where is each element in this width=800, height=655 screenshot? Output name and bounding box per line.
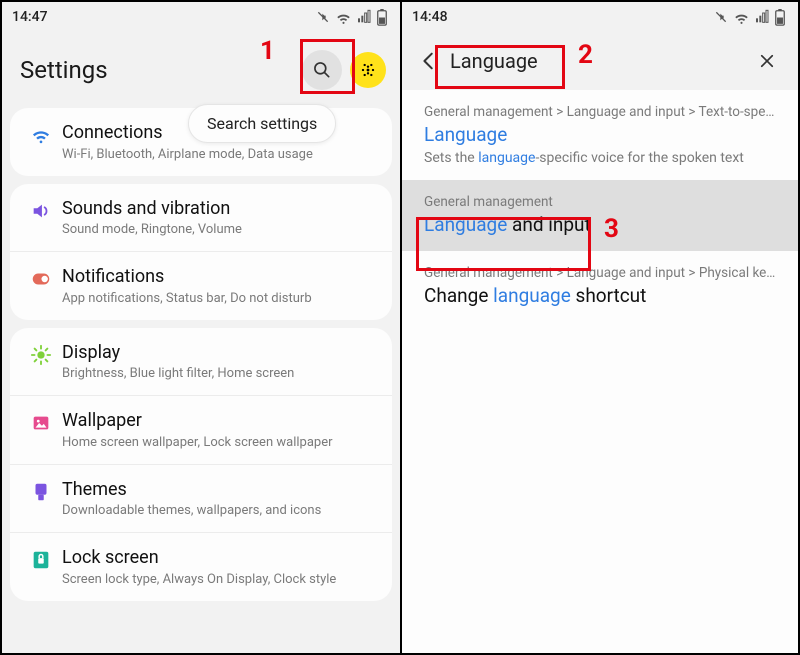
item-icon bbox=[20, 547, 62, 571]
search-results: General management > Language and input … bbox=[402, 90, 798, 653]
item-title: Display bbox=[62, 342, 378, 365]
result-title: Change language shortcut bbox=[424, 284, 776, 309]
item-subtitle: Screen lock type, Always On Display, Clo… bbox=[62, 572, 378, 587]
search-header: Language bbox=[402, 32, 798, 90]
wallpaper-icon bbox=[30, 412, 52, 434]
signal-icon bbox=[356, 9, 372, 25]
item-icon bbox=[20, 479, 62, 503]
clock: 14:47 bbox=[12, 9, 48, 25]
wifi-status-icon bbox=[733, 9, 750, 26]
wifi-status-icon bbox=[335, 9, 352, 26]
item-subtitle: Brightness, Blue light filter, Home scre… bbox=[62, 366, 378, 381]
search-result[interactable]: General management Language and input bbox=[402, 180, 798, 252]
status-bar: 14:48 bbox=[402, 2, 798, 32]
item-title: Wallpaper bbox=[62, 410, 378, 433]
close-icon bbox=[758, 52, 776, 70]
clear-button[interactable] bbox=[750, 44, 784, 78]
item-icon bbox=[20, 122, 62, 146]
bixby-button[interactable] bbox=[350, 52, 386, 88]
mute-icon bbox=[315, 9, 331, 25]
settings-item[interactable]: ThemesDownloadable themes, wallpapers, a… bbox=[10, 464, 392, 533]
settings-list: ConnectionsWi-Fi, Bluetooth, Airplane mo… bbox=[2, 108, 400, 601]
phone-right: 14:48 Language General management > Lang… bbox=[400, 2, 798, 653]
notif-icon bbox=[30, 268, 52, 290]
result-title: Language bbox=[424, 123, 776, 148]
result-path: General management > Language and input … bbox=[424, 104, 776, 120]
item-subtitle: Home screen wallpaper, Lock screen wallp… bbox=[62, 435, 378, 450]
settings-item[interactable]: Notifications App notifications, Status b… bbox=[10, 251, 392, 320]
sound-icon bbox=[30, 200, 52, 222]
status-icons bbox=[713, 9, 786, 26]
wifi-icon bbox=[30, 124, 52, 146]
item-subtitle: Downloadable themes, wallpapers, and ico… bbox=[62, 503, 378, 518]
item-icon bbox=[20, 342, 62, 366]
lock-icon bbox=[30, 549, 52, 571]
back-button[interactable] bbox=[412, 44, 446, 78]
item-icon bbox=[20, 266, 62, 290]
result-desc: Sets the language-specific voice for the… bbox=[424, 150, 776, 166]
item-subtitle: Sound mode, Ringtone, Volume bbox=[62, 222, 378, 237]
display-icon bbox=[30, 344, 52, 366]
battery-icon bbox=[774, 9, 786, 26]
page-title: Settings bbox=[20, 56, 302, 84]
settings-group: DisplayBrightness, Blue light filter, Ho… bbox=[10, 328, 392, 601]
result-path: General management bbox=[424, 194, 776, 210]
settings-item[interactable]: Wallpaper Home screen wallpaper, Lock scr… bbox=[10, 395, 392, 464]
item-title: Notifications bbox=[62, 266, 378, 289]
result-path: General management > Language and input … bbox=[424, 265, 776, 281]
search-result[interactable]: General management > Language and input … bbox=[402, 90, 798, 180]
search-result[interactable]: General management > Language and input … bbox=[402, 251, 798, 323]
item-title: Themes bbox=[62, 479, 378, 502]
search-input[interactable]: Language bbox=[446, 49, 750, 73]
item-subtitle: App notifications, Status bar, Do not di… bbox=[62, 291, 378, 306]
dots-icon bbox=[358, 60, 378, 80]
search-tooltip: Search settings bbox=[188, 104, 336, 143]
settings-item[interactable]: Sounds and vibrationSound mode, Ringtone… bbox=[10, 184, 392, 252]
settings-item[interactable]: DisplayBrightness, Blue light filter, Ho… bbox=[10, 328, 392, 396]
search-button[interactable] bbox=[302, 50, 342, 90]
item-title: Lock screen bbox=[62, 547, 378, 570]
search-icon bbox=[312, 60, 332, 80]
settings-item[interactable]: Lock screen Screen lock type, Always On D… bbox=[10, 532, 392, 601]
item-subtitle: Wi-Fi, Bluetooth, Airplane mode, Data us… bbox=[62, 147, 378, 162]
themes-icon bbox=[30, 481, 52, 503]
status-bar: 14:47 bbox=[2, 2, 400, 32]
clock: 14:48 bbox=[412, 9, 448, 25]
settings-header: Settings bbox=[2, 32, 400, 100]
item-icon bbox=[20, 198, 62, 222]
mute-icon bbox=[713, 9, 729, 25]
item-title: Sounds and vibration bbox=[62, 198, 378, 221]
settings-group: Sounds and vibrationSound mode, Ringtone… bbox=[10, 184, 392, 320]
phone-left: 14:47 Settings Search settings Connectio… bbox=[2, 2, 400, 653]
item-icon bbox=[20, 410, 62, 434]
battery-icon bbox=[376, 9, 388, 26]
result-title: Language and input bbox=[424, 213, 776, 238]
chevron-left-icon bbox=[418, 50, 440, 72]
status-icons bbox=[315, 9, 388, 26]
signal-icon bbox=[754, 9, 770, 25]
